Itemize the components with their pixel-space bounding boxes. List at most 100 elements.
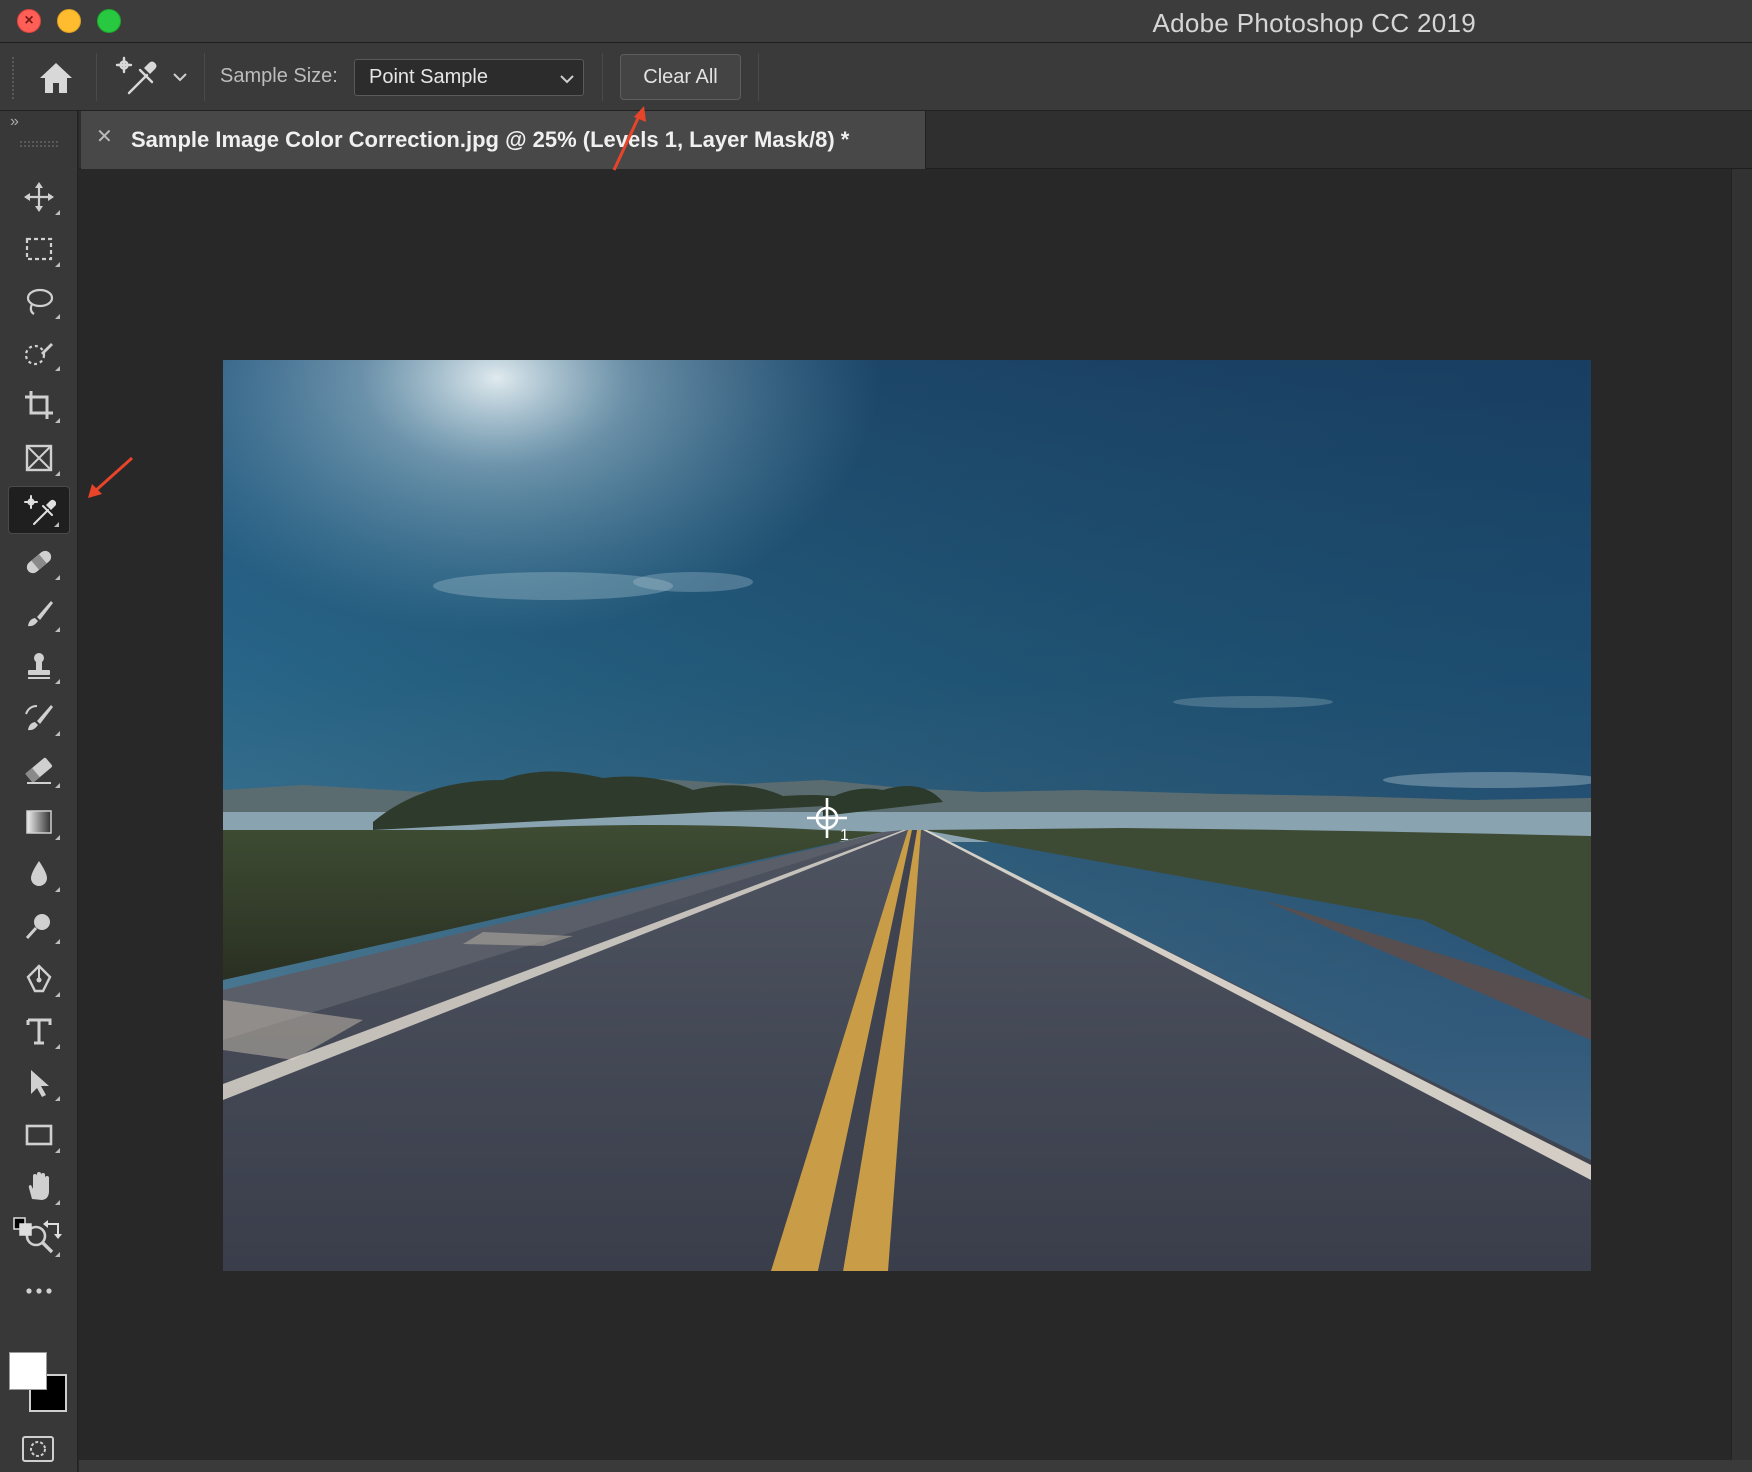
status-bar (79, 1460, 1752, 1472)
close-tab-icon[interactable]: ✕ (96, 127, 116, 147)
tool-group-indicator (55, 731, 60, 736)
tool-group-indicator (55, 991, 60, 997)
quick-mask-icon (22, 1436, 54, 1462)
eraser-tool[interactable] (8, 746, 70, 794)
quick-selection-icon (24, 343, 53, 366)
quick-selection-tool[interactable] (8, 329, 70, 377)
brush-icon (28, 600, 53, 626)
hand-icon (28, 1171, 49, 1200)
stamp-icon (28, 652, 50, 679)
more-icon (26, 1288, 52, 1294)
options-separator (758, 53, 759, 101)
tool-group-indicator (55, 1147, 60, 1153)
hand-tool[interactable] (8, 1163, 70, 1211)
chevron-down-icon[interactable] (172, 69, 188, 85)
tool-group-indicator (55, 835, 60, 841)
sample-size-select[interactable]: Point Sample (354, 59, 584, 96)
chevron-down-icon (559, 70, 575, 86)
crop-icon (25, 391, 53, 420)
tool-group-indicator (55, 1095, 60, 1101)
close-glyph-icon: × (24, 12, 34, 29)
path-selection-tool[interactable] (8, 1059, 70, 1107)
eraser-icon (25, 757, 52, 785)
tool-group-indicator (55, 314, 60, 320)
tool-group-indicator (55, 1252, 60, 1257)
tool-group-indicator (55, 939, 60, 945)
collapse-toolbar-button[interactable]: » (10, 113, 19, 131)
rectangular-marquee-tool[interactable] (8, 225, 70, 273)
color-sampler-number: 1 (840, 827, 849, 844)
gradient-tool[interactable] (8, 798, 70, 846)
quick-mask-button[interactable] (20, 1434, 56, 1464)
options-bar-grip[interactable] (12, 57, 15, 99)
minimize-window-button[interactable] (57, 9, 81, 33)
tool-group-indicator (55, 1199, 60, 1205)
gradient-icon (26, 810, 52, 834)
document-tab-bar: ✕ Sample Image Color Correction.jpg @ 25… (79, 111, 1752, 169)
tool-group-indicator (55, 262, 60, 268)
sample-size-label: Sample Size: (220, 65, 338, 87)
dodge-icon (25, 914, 50, 940)
toolbar-grip[interactable] (20, 141, 58, 147)
history-brush-icon (25, 705, 53, 731)
canvas-area[interactable]: 1 (79, 169, 1731, 1460)
healing-brush-tool[interactable] (8, 538, 70, 586)
tool-group-indicator (55, 366, 60, 372)
clear-all-button[interactable]: Clear All (620, 54, 741, 100)
rectangle-icon (25, 1124, 53, 1146)
color-sampler-icon (24, 494, 56, 525)
home-icon (40, 63, 72, 93)
pen-tool[interactable] (8, 955, 70, 1003)
document-tab[interactable]: ✕ Sample Image Color Correction.jpg @ 25… (81, 111, 926, 169)
brush-tool[interactable] (8, 590, 70, 638)
options-separator (602, 53, 603, 101)
tool-group-indicator (55, 470, 60, 476)
tool-group-indicator (55, 783, 60, 789)
options-separator (204, 53, 205, 101)
default-colors-icon (13, 1217, 32, 1236)
dodge-tool[interactable] (8, 902, 70, 950)
crop-tool[interactable] (8, 381, 70, 429)
tool-group-indicator (55, 210, 60, 215)
arrow-icon (31, 1069, 49, 1097)
default-colors-control[interactable] (12, 1216, 64, 1240)
app-title: Adobe Photoshop CC 2019 (1152, 8, 1476, 38)
tool-group-indicator (55, 626, 60, 632)
document-tab-title: Sample Image Color Correction.jpg @ 25% … (131, 127, 850, 152)
lasso-tool[interactable] (8, 277, 70, 325)
close-window-button[interactable]: × (17, 9, 41, 33)
move-icon (24, 182, 54, 212)
tool-group-indicator (55, 887, 60, 893)
foreground-color-swatch[interactable] (9, 1352, 47, 1390)
maximize-window-button[interactable] (97, 9, 121, 33)
home-button[interactable] (36, 57, 76, 97)
history-brush-tool[interactable] (8, 694, 70, 742)
frame-tool[interactable] (8, 434, 70, 482)
title-bar: × Adobe Photoshop CC 2019 (0, 0, 1752, 43)
road-photo-canvas[interactable]: 1 (223, 360, 1591, 1271)
marquee-icon (25, 237, 53, 261)
type-icon (26, 1018, 52, 1045)
vertical-scrollbar[interactable] (1731, 169, 1752, 1460)
tool-group-indicator (55, 1043, 60, 1049)
tool-group-indicator (55, 678, 60, 684)
rectangle-tool[interactable] (8, 1111, 70, 1159)
blur-tool[interactable] (8, 850, 70, 898)
pen-icon (26, 963, 52, 992)
photoshop-window: × Adobe Photoshop CC 2019 Sample Size: P… (0, 0, 1752, 1472)
bandage-icon (26, 550, 52, 573)
color-sampler-tool[interactable] (8, 485, 70, 534)
options-bar: Sample Size: Point Sample Clear All (0, 43, 1752, 111)
edit-toolbar[interactable] (8, 1267, 70, 1315)
color-sampler-icon (115, 56, 157, 95)
tool-group-indicator (55, 574, 60, 580)
swap-colors-icon (43, 1220, 62, 1239)
lasso-icon (26, 289, 54, 316)
tool-group-indicator (54, 521, 59, 527)
tool-group-indicator (55, 418, 60, 424)
move-tool[interactable] (8, 173, 70, 221)
tools-panel: » (0, 111, 78, 1472)
clone-stamp-tool[interactable] (8, 642, 70, 690)
tool-preset-picker[interactable] (114, 55, 158, 99)
type-tool[interactable] (8, 1007, 70, 1055)
